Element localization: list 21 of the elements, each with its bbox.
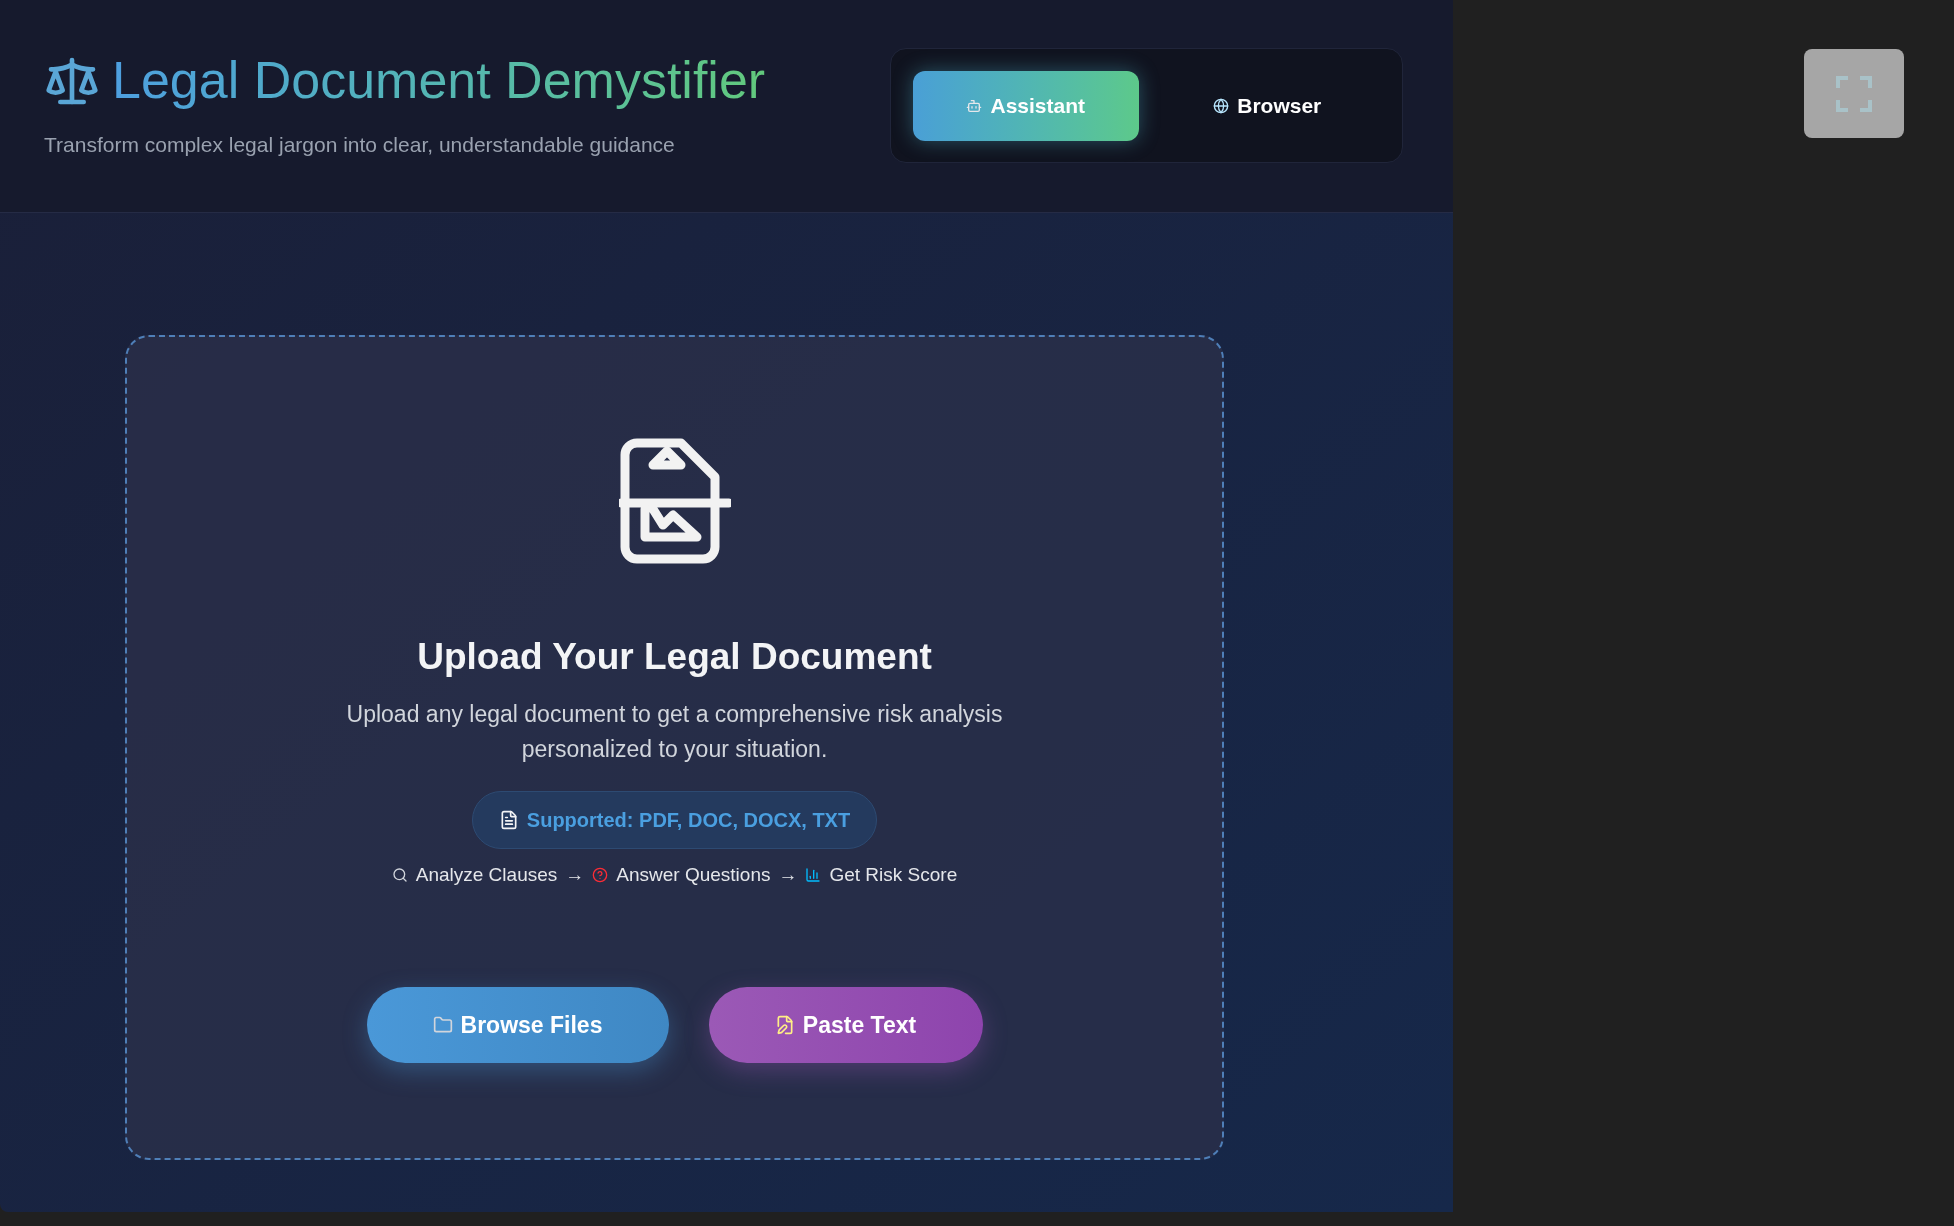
arrow-text: → bbox=[778, 862, 798, 887]
search-icon bbox=[391, 866, 408, 883]
app-subtitle: Transform complex legal jargon into clear, understandable guidance bbox=[44, 132, 676, 158]
upload-description: Upload any legal document to get a comprehensive risk analysis personalized to your situation. bbox=[345, 699, 1004, 764]
upload-heading: Upload Your Legal Document bbox=[417, 635, 932, 679]
step-label: Analyze Clauses bbox=[415, 862, 558, 887]
bar-chart-icon bbox=[805, 866, 822, 883]
document-image-icon bbox=[618, 437, 731, 565]
arrow-text: → bbox=[565, 862, 585, 887]
robot-icon bbox=[966, 97, 983, 114]
supported-formats-text: Supported: PDF, DOC, DOCX, TXT bbox=[526, 807, 851, 833]
action-button[interactable]: Browse Files bbox=[366, 987, 669, 1063]
mode-tab[interactable]: Browser bbox=[1154, 70, 1380, 141]
upload-dropzone[interactable] bbox=[125, 335, 1224, 1160]
fullscreen-icon bbox=[1836, 75, 1872, 112]
folder-icon bbox=[432, 1015, 453, 1035]
step-label: Get Risk Score bbox=[829, 862, 958, 887]
step-label: Answer Questions bbox=[616, 862, 771, 887]
question-icon bbox=[592, 866, 609, 883]
globe-icon bbox=[1213, 97, 1230, 114]
action-button[interactable]: Paste Text bbox=[708, 987, 983, 1063]
